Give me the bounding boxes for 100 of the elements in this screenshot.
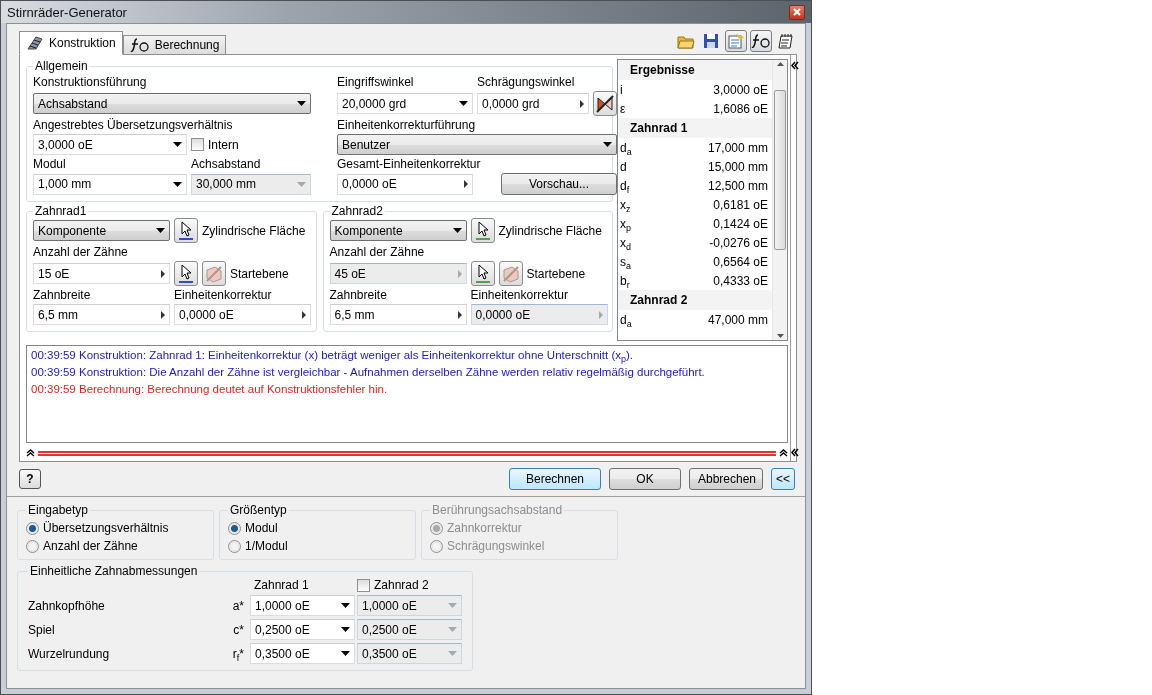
group-title: Zahnrad2 [330,204,384,218]
dropdown-arrow-icon [341,603,350,608]
function-icon [129,37,150,53]
dropdown-arrow-icon [297,181,306,187]
function-button[interactable] [750,30,772,52]
checkbox-label: Intern [208,137,239,152]
dropdown-arrow-icon [448,627,457,632]
radio-button[interactable] [26,521,39,535]
result-value: 47,000 mm [707,312,768,327]
radio-button[interactable] [26,539,39,553]
dropdown[interactable]: Benutzer [337,134,617,155]
combo-field[interactable]: 0,2500 oE [357,619,462,640]
result-symbol: x$_{p}$ [620,216,631,231]
log-message: 00:39:59 Konstruktion: Die Anzahl der Zähne ist vergleichbar - Aufnahmen derselben Zähne werden relativ regelmäßig durchgeführt. [31,366,706,378]
tab[interactable]: Berechnung [122,35,227,55]
cursor-icon [475,220,490,241]
zahnrad2-checkbox[interactable]: Zahnrad 2 [357,578,462,592]
dropdown-arrow-icon [459,101,468,106]
plane-icon [501,264,520,283]
select-plane-button[interactable] [470,261,495,286]
field-label: Anzahl der Zähne [33,244,129,261]
properties-button[interactable] [725,30,747,52]
spin-field[interactable]: 0,0000 oE [337,173,473,195]
radio-option[interactable]: Modul [228,519,407,537]
result-symbol: s$_{a}$ [620,254,631,269]
row-label: Zahnkopfhöhe [28,598,106,613]
radio-option[interactable]: 1/Modul [228,537,407,555]
spin-field[interactable]: 15 oE [33,263,170,284]
radio-button[interactable] [228,521,241,535]
checkbox[interactable] [191,138,204,151]
dropdown-arrow-icon [452,228,462,233]
combo-field[interactable]: 1,000 mm [33,173,187,195]
field-label: Schrägungswinkel [477,74,576,91]
spin-field[interactable]: 6,5 mm [329,304,467,325]
combo-field[interactable]: 1,0000 oE [250,595,355,616]
expand-up-icon[interactable] [779,449,788,457]
row-symbol: r$_{f}$* [231,646,245,661]
field-label: Anzahl der Zähne [329,244,426,261]
tab[interactable]: Konstruktion [19,31,123,55]
field-label: Einheitenkorrektur [174,287,273,304]
result-value: 12,500 mm [707,178,768,193]
collapse-left-icon[interactable] [791,448,799,457]
select-surface-button[interactable] [174,218,198,243]
close-icon [793,8,801,16]
plane-label: Startebene [526,266,586,281]
close-button[interactable] [789,4,805,20]
dropdown[interactable]: Achsabstand [33,93,311,114]
dialog-button[interactable]: OK [609,468,681,490]
flip-button[interactable] [593,91,617,116]
surface-label: Zylindrische Fläche [202,223,306,238]
field-label: Einheitenkorrekturführung [337,117,477,134]
combo-field[interactable]: 20,0000 grd [337,93,473,114]
combo-field[interactable]: 0,2500 oE [250,619,355,640]
expand-up-icon[interactable] [26,449,35,457]
combo-field[interactable]: 3,0000 oE [33,134,187,155]
result-symbol: x$_{d}$ [620,235,631,250]
field-label: Eingriffswinkel [337,74,415,91]
spin-arrow-icon [464,180,468,188]
result-symbol: d$_{a}$ [620,140,632,155]
cursor-icon [179,263,193,284]
select-surface-button[interactable] [470,218,495,243]
collapse-button[interactable]: << [771,468,795,490]
plane-label: Startebene [230,266,289,281]
radio-option[interactable]: Anzahl der Zähne [26,537,205,555]
cursor-icon [179,220,193,241]
dropdown[interactable]: Komponente [329,220,467,241]
flip-icon [596,94,614,113]
spin-field[interactable]: 0,0000 grd [477,93,589,114]
intern-checkbox[interactable]: Intern [191,137,311,152]
spin-arrow-icon [457,310,462,319]
scroll-thumb[interactable] [774,90,786,250]
field-label: Konstruktionsführung [33,74,148,91]
radio-option[interactable]: Übersetzungsverhältnis [26,519,205,537]
combo-field[interactable]: 0,3500 oE [250,643,355,664]
help-button[interactable]: ? [19,469,41,489]
collapse-left-icon[interactable] [791,61,799,70]
spin-arrow-icon [161,310,165,319]
result-symbol: x$_{z}$ [620,197,631,212]
dialog-button[interactable]: Berechnen [509,468,601,490]
combo-field[interactable]: 0,3500 oE [357,643,462,664]
dropdown[interactable]: Komponente [33,220,170,241]
radio-button[interactable] [228,539,241,553]
result-value: -0,0276 oE [709,235,768,250]
splitter-bar[interactable] [38,450,776,456]
select-plane-button[interactable] [174,261,198,286]
checkbox[interactable] [357,578,370,592]
results-section-header: Zahnrad 1 [618,118,772,138]
dialog-button[interactable]: Abbrechen [689,468,763,490]
gear-icon [26,35,44,51]
preview-button[interactable]: Vorschau... [501,173,617,195]
properties-icon [727,33,745,49]
result-value: 0,1424 oE [713,216,768,231]
dropdown-arrow-icon [173,142,182,147]
combo-field[interactable]: 1,0000 oE [357,595,462,616]
result-value: 3,0000 oE [713,82,768,97]
spin-field[interactable]: 6,5 mm [33,304,170,325]
function-icon [751,33,771,49]
plane-icon [205,264,223,283]
spin-field[interactable]: 0,0000 oE [174,304,311,325]
scrollbar[interactable] [772,60,787,340]
